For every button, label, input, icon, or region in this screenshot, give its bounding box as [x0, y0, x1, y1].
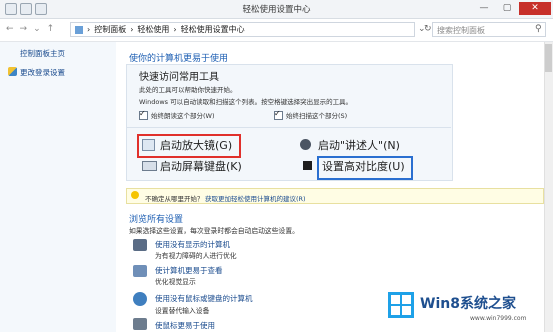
- scrollbar-thumb[interactable]: [545, 44, 552, 72]
- always-scan-checkbox[interactable]: 始终扫描这个部分(S): [274, 109, 348, 120]
- minimize-button[interactable]: —: [473, 2, 495, 15]
- back-arrow-icon[interactable]: ←: [6, 24, 14, 34]
- hint-link[interactable]: 获取更加轻松使用计算机的建议(R): [205, 193, 306, 203]
- browse-item-no-mouse-keyboard[interactable]: 使用没有鼠标或键盘的计算机: [155, 293, 253, 304]
- browse-item-no-display[interactable]: 使用没有显示的计算机: [155, 239, 230, 250]
- refresh-icon[interactable]: ↻: [424, 24, 432, 34]
- narrator-icon: [300, 139, 311, 150]
- browse-item-desc: 设置替代输入设备: [155, 307, 210, 315]
- breadcrumb-sep-icon: ›: [173, 25, 177, 34]
- divider: [126, 127, 451, 128]
- checkbox-label: 始终朗读这个部分(W): [151, 112, 215, 120]
- checkbox-icon[interactable]: [274, 109, 283, 120]
- quick-access-desc-2: Windows 可以自动读取和扫描这个列表。按空格键选择突出显示的工具。: [139, 98, 353, 106]
- watermark-text: Win8系统之家: [420, 296, 516, 312]
- start-narrator-button[interactable]: 启动"讲述人"(N): [318, 137, 400, 153]
- windows-logo-icon: [388, 292, 414, 318]
- chevron-down-icon[interactable]: ⌄: [33, 24, 41, 34]
- quick-access-title: 快速访问常用工具: [139, 72, 219, 83]
- mouse-icon: [133, 318, 147, 330]
- search-icon: ⚲: [535, 24, 542, 34]
- magnifier-icon: [142, 139, 155, 151]
- browse-item-mouse[interactable]: 使鼠标更易于使用: [155, 320, 215, 331]
- sidebar: [0, 42, 116, 332]
- page-title: 使你的计算机更易于使用: [129, 54, 229, 64]
- breadcrumb-sep-icon: ›: [130, 25, 134, 34]
- browse-item-desc: 为有视力障碍的人进行优化: [155, 252, 237, 260]
- sidebar-item-logon-settings[interactable]: 更改登录设置: [20, 67, 65, 78]
- breadcrumb[interactable]: › 控制面板 › 轻松使用 › 轻松使用设置中心: [70, 22, 415, 37]
- browse-section-title: 浏览所有设置: [129, 215, 184, 225]
- search-input[interactable]: 搜索控制面板: [432, 22, 546, 37]
- watermark-url: www.win7999.com: [470, 315, 527, 322]
- window-controls: — ▢ ✕: [473, 2, 551, 15]
- start-magnifier-button[interactable]: 启动放大镜(G): [160, 137, 232, 153]
- control-panel-icon: [75, 25, 83, 34]
- display-icon: [133, 265, 147, 277]
- forward-arrow-icon[interactable]: →: [20, 24, 28, 34]
- start-osk-button[interactable]: 启动屏幕键盘(K): [160, 158, 242, 174]
- set-high-contrast-button[interactable]: 设置高对比度(U): [322, 158, 405, 174]
- checkbox-label: 始终扫描这个部分(S): [286, 112, 348, 120]
- breadcrumb-item[interactable]: 轻松使用设置中心: [181, 24, 245, 35]
- browse-item-easier-to-see[interactable]: 使计算机更易于查看: [155, 265, 223, 276]
- hint-prefix: 不确定从哪里开始？: [145, 195, 204, 203]
- high-contrast-icon: [303, 161, 312, 170]
- breadcrumb-item[interactable]: 轻松使用: [137, 24, 169, 35]
- shield-icon: [8, 67, 17, 76]
- browse-item-desc: 优化视觉显示: [155, 278, 196, 286]
- person-icon: [133, 292, 147, 306]
- keyboard-icon: [142, 161, 157, 171]
- breadcrumb-item[interactable]: 控制面板: [94, 24, 126, 35]
- lightbulb-icon: [131, 191, 139, 199]
- sidebar-item-home[interactable]: 控制面板主页: [20, 48, 65, 59]
- monitor-icon: [133, 239, 147, 251]
- close-button[interactable]: ✕: [519, 2, 551, 15]
- up-arrow-icon[interactable]: ↑: [47, 24, 55, 34]
- window-title: 轻松使用设置中心: [242, 5, 311, 15]
- checkbox-icon[interactable]: [139, 109, 148, 120]
- breadcrumb-sep-icon: ›: [87, 25, 91, 34]
- nav-buttons: ← → ⌄ ↑: [6, 24, 54, 34]
- maximize-button[interactable]: ▢: [496, 2, 518, 15]
- scrollbar[interactable]: [544, 42, 553, 332]
- always-read-checkbox[interactable]: 始终朗读这个部分(W): [139, 109, 215, 120]
- quick-access-desc-1: 此处的工具可以帮助你快速开始。: [139, 86, 237, 94]
- browse-section-desc: 如果选择这些设置，每次登录时都会自动启动这些设置。: [129, 227, 299, 235]
